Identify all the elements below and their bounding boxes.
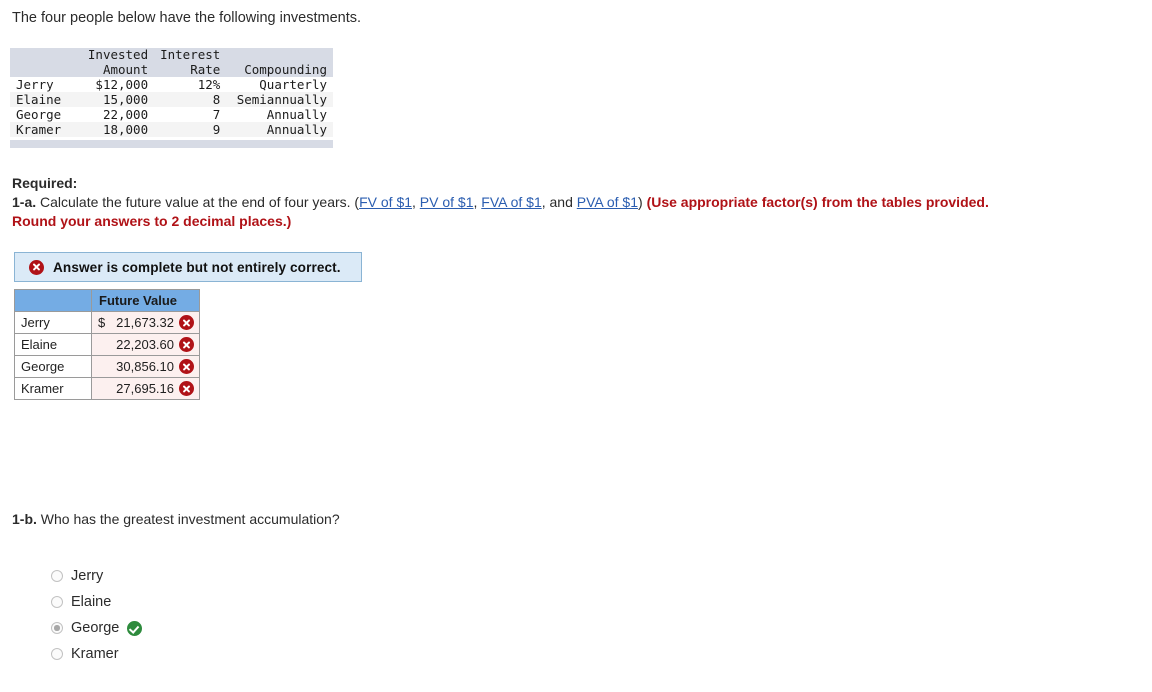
investments-table-body: Jerry $12,000 12% Quarterly Elaine 15,00… bbox=[10, 77, 333, 138]
investments-header-row-1: Invested Interest bbox=[10, 47, 333, 63]
cell-name: George bbox=[14, 355, 92, 378]
question-1b: 1-b. Who has the greatest investment acc… bbox=[12, 511, 340, 527]
investments-table-head: Invested Interest Amount Rate Compoundin… bbox=[10, 47, 333, 78]
header-interest-line1: Interest bbox=[154, 47, 227, 63]
circle-x-icon bbox=[179, 359, 194, 374]
link-fv-of-1[interactable]: FV of $1 bbox=[359, 194, 412, 210]
status-banner-text: Answer is complete but not entirely corr… bbox=[53, 259, 341, 275]
table-row: George 22,000 7 Annually bbox=[10, 107, 333, 123]
radio-button-kramer[interactable] bbox=[51, 648, 63, 660]
option-label-george: George bbox=[71, 620, 120, 636]
separator-3: , and bbox=[541, 194, 577, 210]
cell-name: Elaine bbox=[14, 333, 92, 356]
circle-check-icon bbox=[127, 620, 143, 636]
cell-amount: 22,000 bbox=[78, 107, 155, 123]
header-future-value: Future Value bbox=[91, 289, 200, 312]
table-row: Elaine 22,203.60 bbox=[14, 333, 200, 356]
page-intro-text: The four people below have the following… bbox=[12, 10, 362, 26]
question-1b-text: Who has the greatest investment accumula… bbox=[36, 511, 340, 527]
cell-compounding: Semiannually bbox=[226, 92, 333, 108]
option-label-jerry: Jerry bbox=[71, 568, 104, 584]
answer-options-group: Jerry Elaine George Kramer bbox=[51, 563, 143, 667]
header-blank-2 bbox=[10, 62, 79, 78]
cell-name: Elaine bbox=[10, 92, 79, 108]
cell-rate: 12% bbox=[154, 77, 227, 93]
cell-name: Jerry bbox=[10, 77, 79, 93]
table-row: Jerry $ 21,673.32 bbox=[14, 311, 200, 334]
cell-future-value[interactable]: 30,856.10 bbox=[91, 355, 200, 378]
close-paren: ) bbox=[638, 194, 647, 210]
future-value-table-container: Future Value Jerry $ 21,673.32 Elaine 22… bbox=[14, 289, 200, 400]
cell-name: George bbox=[10, 107, 79, 123]
option-label-elaine: Elaine bbox=[71, 594, 112, 610]
header-blank-1 bbox=[10, 48, 79, 63]
cell-amount: 18,000 bbox=[78, 122, 155, 138]
investments-header-row-2: Amount Rate Compounding bbox=[10, 62, 333, 78]
table-row: Kramer 27,695.16 bbox=[14, 377, 200, 400]
cell-rate: 7 bbox=[154, 107, 227, 123]
currency-symbol: $ bbox=[98, 315, 106, 330]
question-1a-text: Calculate the future value at the end of… bbox=[36, 194, 360, 210]
table-row: Jerry $12,000 12% Quarterly bbox=[10, 77, 333, 93]
table-row: Kramer 18,000 9 Annually bbox=[10, 122, 333, 138]
status-banner: Answer is complete but not entirely corr… bbox=[14, 252, 362, 282]
radio-button-elaine[interactable] bbox=[51, 596, 63, 608]
radio-button-jerry[interactable] bbox=[51, 570, 63, 582]
value-text: 27,695.16 bbox=[116, 381, 174, 396]
future-value-table-body: Jerry $ 21,673.32 Elaine 22,203.60 Georg… bbox=[14, 311, 200, 400]
option-elaine[interactable]: Elaine bbox=[51, 589, 142, 615]
header-compounding-line2: Compounding bbox=[226, 62, 333, 78]
future-value-table: Future Value Jerry $ 21,673.32 Elaine 22… bbox=[14, 289, 200, 400]
table-row: George 30,856.10 bbox=[14, 355, 200, 378]
circle-x-icon bbox=[179, 337, 194, 352]
cell-compounding: Quarterly bbox=[226, 77, 333, 93]
option-kramer[interactable]: Kramer bbox=[51, 641, 142, 667]
question-page: The four people below have the following… bbox=[0, 0, 1152, 692]
cell-future-value[interactable]: $ 21,673.32 bbox=[91, 311, 200, 334]
cell-name: Kramer bbox=[14, 377, 92, 400]
future-value-header-row: Future Value bbox=[14, 289, 200, 312]
cell-compounding: Annually bbox=[226, 107, 333, 123]
cell-name: Jerry bbox=[14, 311, 92, 334]
option-jerry[interactable]: Jerry bbox=[51, 563, 142, 589]
header-invested-line1: Invested bbox=[78, 47, 155, 63]
circle-x-icon bbox=[179, 315, 194, 330]
cell-rate: 8 bbox=[154, 92, 227, 108]
cell-amount: $12,000 bbox=[78, 77, 155, 93]
investments-table: Invested Interest Amount Rate Compoundin… bbox=[10, 47, 333, 138]
header-compounding-line1 bbox=[226, 48, 333, 63]
value-text: 30,856.10 bbox=[116, 359, 174, 374]
investments-table-container: Invested Interest Amount Rate Compoundin… bbox=[10, 47, 333, 149]
value-text: 21,673.32 bbox=[116, 315, 174, 330]
option-label-kramer: Kramer bbox=[71, 646, 119, 662]
cell-future-value[interactable]: 22,203.60 bbox=[91, 333, 200, 356]
separator-1: , bbox=[412, 194, 420, 210]
header-rate-line2: Rate bbox=[154, 62, 227, 78]
question-1b-number: 1-b. bbox=[12, 511, 37, 527]
header-amount-line2: Amount bbox=[78, 62, 155, 78]
circle-x-icon bbox=[29, 259, 44, 275]
cell-name: Kramer bbox=[10, 122, 79, 138]
circle-x-icon bbox=[179, 381, 194, 396]
table-row: Elaine 15,000 8 Semiannually bbox=[10, 92, 333, 108]
investments-table-footer-bar bbox=[10, 140, 333, 149]
question-1a-number: 1-a. bbox=[12, 194, 37, 210]
link-pva-of-1[interactable]: PVA of $1 bbox=[577, 194, 638, 210]
radio-button-george[interactable] bbox=[51, 622, 63, 634]
required-section: Required: 1-a. Calculate the future valu… bbox=[12, 174, 1012, 231]
link-pv-of-1[interactable]: PV of $1 bbox=[420, 194, 474, 210]
value-text: 22,203.60 bbox=[116, 337, 174, 352]
option-george[interactable]: George bbox=[51, 615, 143, 641]
required-label: Required: bbox=[12, 175, 78, 191]
question-1a: 1-a. Calculate the future value at the e… bbox=[12, 193, 1012, 231]
cell-future-value[interactable]: 27,695.16 bbox=[91, 377, 200, 400]
header-blank bbox=[14, 289, 92, 312]
future-value-table-head: Future Value bbox=[14, 289, 200, 312]
cell-amount: 15,000 bbox=[78, 92, 155, 108]
link-fva-of-1[interactable]: FVA of $1 bbox=[481, 194, 541, 210]
cell-rate: 9 bbox=[154, 122, 227, 138]
cell-compounding: Annually bbox=[226, 122, 333, 138]
